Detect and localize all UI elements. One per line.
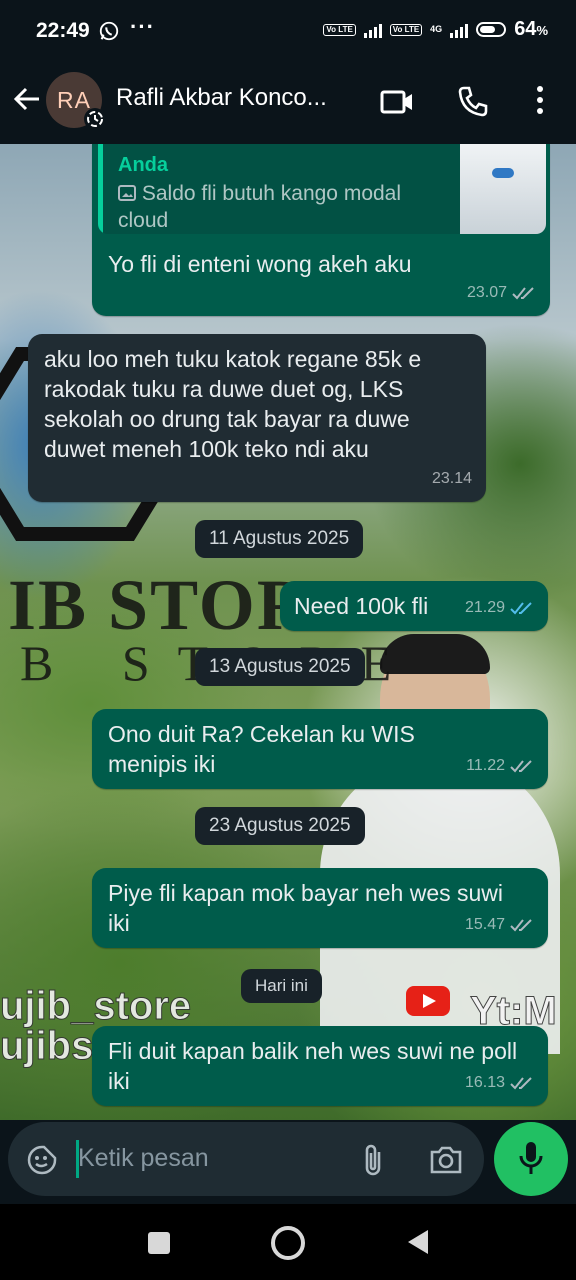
message-bubble-outgoing[interactable]: Ono duit Ra? Cekelan ku WIS menipis iki … — [92, 709, 548, 789]
message-time: 21.29 — [464, 599, 505, 616]
back-arrow-icon[interactable] — [12, 84, 42, 114]
voice-message-button[interactable] — [494, 1122, 568, 1196]
message-bubble-incoming[interactable]: aku loo meh tuku katok regane 85k e rako… — [28, 334, 486, 502]
message-bubble-outgoing[interactable]: Anda Saldo fli butuh kango modal cloud Y… — [92, 144, 550, 316]
date-divider: 11 Agustus 2025 — [195, 520, 364, 558]
quote-text: Saldo fli butuh kango modal cloud — [118, 182, 402, 232]
home-button[interactable] — [271, 1226, 305, 1260]
chat-header: RA Rafli Akbar Konco... — [0, 62, 576, 144]
system-icons: Vo LTE Vo LTE 4G 64% — [323, 18, 548, 41]
message-text: Ono duit Ra? Cekelan ku WIS menipis iki — [108, 721, 415, 777]
message-time: 15.47 — [464, 916, 505, 933]
message-meta: 23.14 — [432, 464, 472, 494]
more-notifications-icon: ··· — [130, 14, 155, 39]
date-divider: 13 Agustus 2025 — [195, 648, 365, 686]
message-time: 23.14 — [431, 470, 472, 487]
delivered-ticks-icon — [510, 1077, 532, 1090]
recents-button[interactable] — [148, 1232, 170, 1254]
quote-thumbnail — [460, 144, 546, 234]
youtube-logo-icon — [406, 986, 450, 1016]
battery-icon — [476, 22, 507, 37]
status-bar: 22:49 ··· Vo LTE Vo LTE 4G 64% — [0, 0, 576, 62]
date-divider: Hari ini — [241, 969, 322, 1003]
whatsapp-notification-icon — [99, 21, 119, 41]
message-meta: 21.29 — [465, 593, 534, 623]
message-bubble-outgoing[interactable]: Piye fli kapan mok bayar neh wes suwi ik… — [92, 868, 548, 948]
video-call-icon[interactable] — [380, 88, 414, 116]
chat-area[interactable]: IB STORE B STORE ujib_store ujibs Yt:M A… — [0, 144, 576, 1120]
delivered-ticks-icon — [512, 287, 534, 300]
volte-icon: Vo LTE — [323, 23, 356, 36]
microphone-icon — [519, 1142, 543, 1174]
message-time: 11.22 — [466, 757, 505, 774]
volte-icon-2: Vo LTE — [389, 23, 423, 36]
system-nav-bar — [0, 1204, 576, 1280]
quoted-message[interactable]: Anda Saldo fli butuh kango modal cloud — [98, 144, 546, 234]
battery-level: 64% — [514, 18, 548, 40]
message-text: Need 100k fli — [294, 593, 429, 619]
quote-accent-bar — [98, 144, 103, 234]
message-time: 23.07 — [466, 284, 507, 301]
delivered-ticks-icon — [510, 760, 532, 773]
message-time: 16.13 — [464, 1074, 505, 1091]
read-ticks-icon — [510, 602, 532, 615]
message-meta: 11.22 — [466, 751, 534, 781]
emoji-sticker-icon[interactable] — [26, 1144, 58, 1176]
message-text: Yo fli di enteni wong akeh aku — [108, 251, 412, 277]
message-meta: 23.07 — [467, 278, 536, 308]
voice-call-icon[interactable] — [456, 84, 490, 118]
contact-name[interactable]: Rafli Akbar Konco... — [116, 84, 327, 112]
overflow-menu-icon[interactable] — [530, 84, 550, 116]
status-time: 22:49 — [36, 19, 90, 42]
wallpaper-text: ujib_store — [0, 984, 192, 1029]
network-type: 4G — [430, 24, 443, 34]
message-meta: 15.47 — [465, 910, 534, 940]
attach-icon[interactable] — [360, 1142, 386, 1178]
camera-icon[interactable] — [428, 1144, 464, 1176]
message-meta: 16.13 — [465, 1068, 534, 1098]
date-divider: 23 Agustus 2025 — [195, 807, 365, 845]
image-icon — [118, 185, 136, 201]
back-button[interactable] — [406, 1228, 430, 1256]
message-bubble-outgoing[interactable]: Need 100k fli 21.29 — [280, 581, 548, 631]
message-input-bar: Ketik pesan — [8, 1122, 484, 1196]
wallpaper-text: ujibs — [0, 1024, 94, 1069]
signal-icon — [363, 22, 382, 38]
delivered-ticks-icon — [510, 919, 532, 932]
message-input[interactable]: Ketik pesan — [78, 1144, 209, 1173]
signal-icon-2 — [450, 22, 469, 38]
status-ring-icon — [84, 108, 106, 130]
quote-author: Anda — [118, 154, 168, 176]
message-bubble-outgoing[interactable]: Fli duit kapan balik neh wes suwi ne pol… — [92, 1026, 548, 1106]
message-text: aku loo meh tuku katok regane 85k e rako… — [44, 346, 422, 462]
